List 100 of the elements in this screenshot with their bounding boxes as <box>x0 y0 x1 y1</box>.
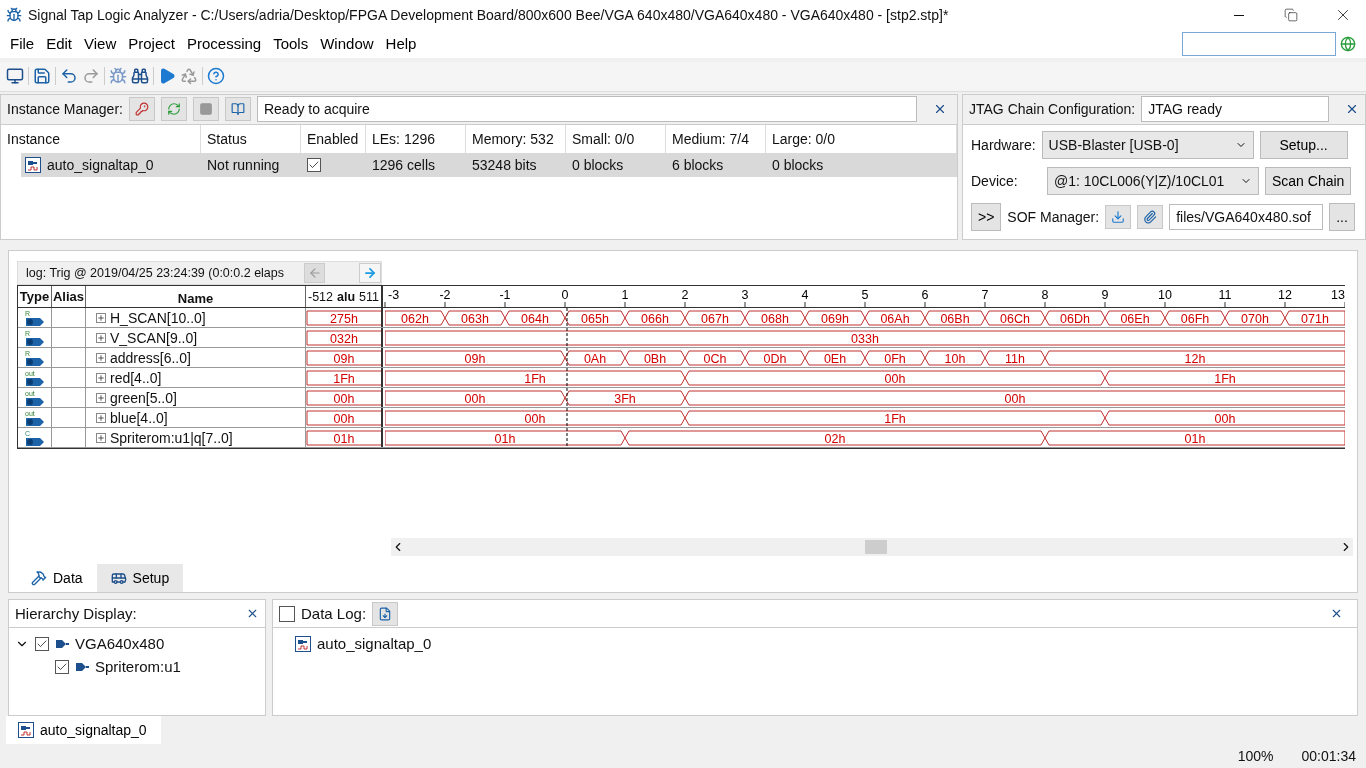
key-icon <box>134 102 149 116</box>
paperclip-icon <box>1143 209 1158 224</box>
bus-value: 06Bh <box>940 312 970 327</box>
browse-button[interactable]: ... <box>1329 202 1355 231</box>
refresh-button[interactable] <box>160 97 187 121</box>
expand-icon[interactable] <box>96 412 106 423</box>
signal-name: address[6..0] <box>110 349 191 366</box>
instance-tab[interactable]: auto_signaltap_0 <box>6 716 161 745</box>
bus-segment <box>864 310 926 326</box>
menu-item[interactable]: File <box>4 33 41 55</box>
time-tick-label: -3 <box>388 288 400 303</box>
bus-segment <box>924 310 986 326</box>
bus-value: 00h <box>1214 412 1236 427</box>
expand-button[interactable]: >> <box>971 202 1002 231</box>
bus-value: 01h <box>1184 432 1206 447</box>
bus-value: 0Eh <box>823 352 847 367</box>
time-tick-label: 8 <box>1041 288 1049 303</box>
column-header: Medium: 7/4 <box>666 124 766 153</box>
undo-icon[interactable] <box>60 67 78 86</box>
bus-value: 00h <box>884 372 906 387</box>
column-header: LEs: 1296 <box>366 124 466 153</box>
menu-item[interactable]: Help <box>379 33 423 55</box>
recycle-icon[interactable] <box>180 67 198 86</box>
panel-title: Data Log: <box>301 605 367 623</box>
expand-icon[interactable] <box>96 312 106 323</box>
play-icon[interactable] <box>158 67 176 86</box>
bus-value: 0Fh <box>884 352 906 367</box>
bus-value: 0Bh <box>643 352 667 367</box>
field-label: Device: <box>971 172 1019 189</box>
menu-item[interactable]: Tools <box>267 33 315 55</box>
download-icon <box>1111 209 1126 224</box>
bus-value: 068h <box>761 312 789 327</box>
hardware-dropdown[interactable]: USB-Blaster [USB-0] <box>1041 130 1254 159</box>
bus-value: 00h <box>333 392 355 407</box>
device-dropdown[interactable]: @1: 10CL006(Y|Z)/10CL01 <box>1047 166 1259 195</box>
range-label: alu <box>337 289 356 304</box>
redo-icon[interactable] <box>82 67 100 86</box>
expand-icon[interactable] <box>96 332 106 343</box>
minimize-icon <box>1234 14 1244 16</box>
scan-chain-button[interactable]: Scan Chain <box>1265 166 1352 195</box>
menu-item[interactable]: Project <box>122 33 181 55</box>
time-tick-label: 3 <box>741 288 749 303</box>
bus-icon <box>110 570 127 587</box>
tree-item[interactable]: Spriterom:u1 <box>95 658 181 676</box>
menu-item[interactable]: Edit <box>40 33 79 55</box>
book-icon <box>230 102 245 116</box>
bus-value: 1Fh <box>524 372 546 387</box>
scrollbar-thumb[interactable] <box>865 540 887 555</box>
enabled-checkbox[interactable] <box>307 157 321 172</box>
export-log-button[interactable] <box>372 601 399 626</box>
bus-value: 00h <box>1004 392 1026 407</box>
time-tick-label: 6 <box>921 288 929 303</box>
help-icon[interactable] <box>207 67 225 86</box>
attach-button[interactable] <box>1137 204 1164 229</box>
search-field[interactable] <box>1182 31 1336 56</box>
menu-item[interactable]: Window <box>314 33 380 55</box>
next-button[interactable] <box>359 263 381 284</box>
checkbox[interactable] <box>55 659 69 674</box>
time-tick-label: 5 <box>861 288 869 303</box>
expand-icon[interactable] <box>96 392 106 403</box>
binoculars-icon[interactable] <box>131 67 149 86</box>
bus-segment <box>564 310 626 326</box>
column-header: Large: 0/0 <box>766 124 957 153</box>
bus-value: 0Ch <box>703 352 727 367</box>
log-item[interactable]: auto_signaltap_0 <box>317 635 432 653</box>
bus-value: 09h <box>333 352 355 367</box>
view-tab[interactable]: Setup <box>96 564 184 593</box>
signal-name: green[5..0] <box>110 389 177 406</box>
key-button[interactable] <box>128 97 155 121</box>
bus-value: 00h <box>333 412 355 427</box>
menu-item[interactable]: View <box>78 33 123 55</box>
bus-value: 067h <box>701 312 729 327</box>
book-button[interactable] <box>224 97 251 121</box>
bus-segment <box>684 310 746 326</box>
window-title: Signal Tap Logic Analyzer - C:/Users/adria/Desktop/FPGA Development Board/800x600 Bee/VGA 640x480/VGA640x480 - VGA640x480 - [stp2.stp]* <box>28 7 950 23</box>
checkbox[interactable] <box>279 605 295 622</box>
tree-item[interactable]: VGA640x480 <box>75 635 165 653</box>
checkbox[interactable] <box>35 636 49 651</box>
bus-value: 065h <box>581 312 609 327</box>
setup-button[interactable]: Setup... <box>1259 130 1348 159</box>
expand-icon[interactable] <box>96 352 106 363</box>
range-label: 511 <box>359 289 379 304</box>
close-icon <box>1345 102 1359 116</box>
save-icon[interactable] <box>33 67 51 86</box>
bus-value: 06Dh <box>1060 312 1090 327</box>
expand-icon[interactable] <box>96 372 106 383</box>
bus-value: 064h <box>521 312 549 327</box>
sof-file-field[interactable]: files/VGA640x480.sof <box>1169 203 1324 230</box>
bus-value: 06Ch <box>1000 312 1030 327</box>
expand-icon[interactable] <box>96 432 106 443</box>
monitor-icon[interactable] <box>6 67 24 86</box>
bus-value: 275h <box>330 312 358 327</box>
menu-item[interactable]: Processing <box>180 33 268 55</box>
column-header: Alias <box>52 286 86 308</box>
horizontal-scrollbar[interactable] <box>391 538 1353 557</box>
program-button[interactable] <box>1105 204 1132 229</box>
close-button[interactable] <box>1345 102 1359 116</box>
range-label: -512 <box>308 289 334 304</box>
bus-segment <box>804 310 866 326</box>
close-button[interactable] <box>933 102 947 116</box>
